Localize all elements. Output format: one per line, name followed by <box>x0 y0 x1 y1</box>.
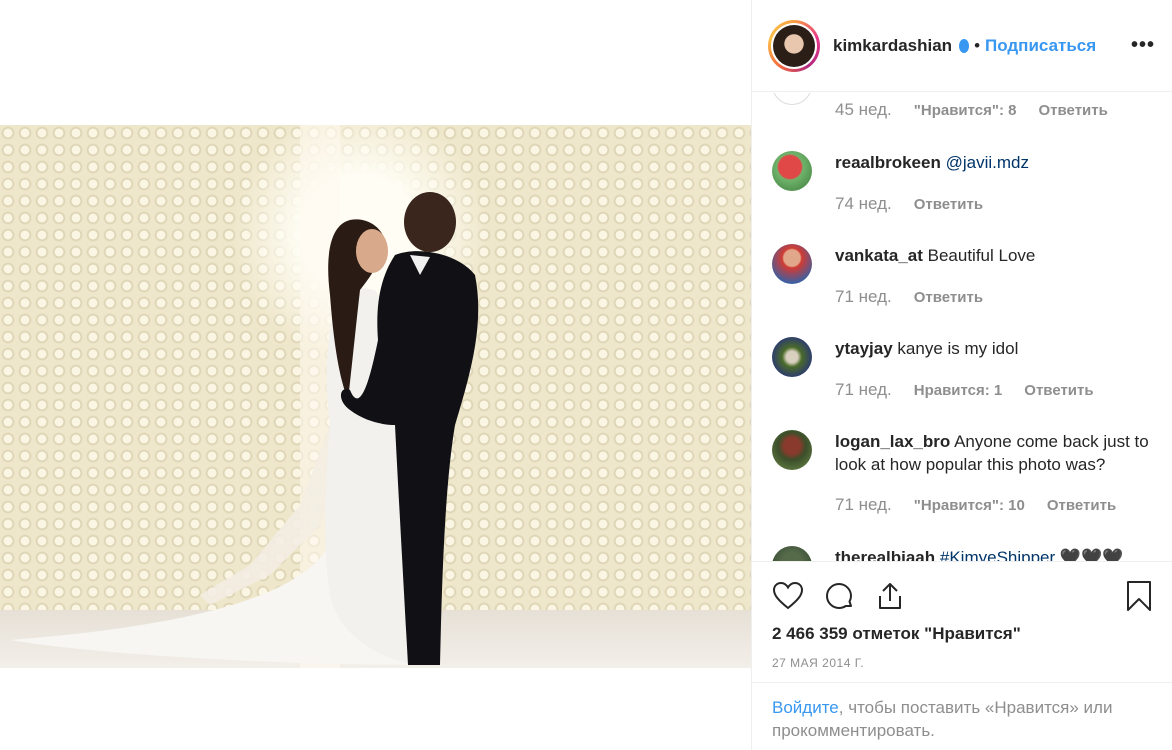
login-link[interactable]: Войдите <box>772 698 839 717</box>
story-ring[interactable] <box>768 19 820 72</box>
comment-hashtag[interactable]: #KimyeShipper 🖤🖤🖤 <box>940 548 1124 561</box>
comment-body: reaalbrokeen @javii.mdz <box>835 151 1165 174</box>
avatar <box>773 24 815 67</box>
comments-list[interactable]: 45 нед. "Нравится": 8 Ответить reaalbrokee… <box>752 93 1172 561</box>
bookmark-icon[interactable] <box>1125 580 1153 612</box>
comment-username[interactable]: ytayjay <box>835 339 893 358</box>
post-actions: 2 466 359 отметок "Нравится" 27 МАЯ 2014… <box>752 561 1172 750</box>
comment-username[interactable]: logan_lax_bro <box>835 432 950 451</box>
commenter-avatar[interactable] <box>772 337 812 377</box>
comment-text: kanye is my idol <box>897 339 1019 358</box>
commenter-avatar[interactable] <box>772 151 812 191</box>
comment-username[interactable]: therealbiaah <box>835 548 935 561</box>
action-icons <box>772 580 906 612</box>
comment-meta: 74 нед. Ответить <box>835 194 1005 214</box>
post-photo[interactable] <box>0 125 751 668</box>
post-header: kimkardashian • Подписаться ••• <box>752 0 1172 92</box>
comment-icon[interactable] <box>823 580 855 612</box>
verified-badge-icon <box>959 38 970 53</box>
post-username[interactable]: kimkardashian <box>833 36 952 56</box>
post-date[interactable]: 27 МАЯ 2014 Г. <box>772 656 864 670</box>
comment-username[interactable]: vankata_at <box>835 246 923 265</box>
comment-meta: 71 нед. "Нравится": 10 Ответить <box>835 495 1138 515</box>
follow-button[interactable]: Подписаться <box>985 36 1096 56</box>
login-prompt: Войдите, чтобы поставить «Нравится» или … <box>752 682 1172 750</box>
reply-button[interactable]: Ответить <box>914 289 983 306</box>
comment-time[interactable]: 74 нед. <box>835 194 892 213</box>
photo-pane <box>0 0 751 750</box>
couple-illustration <box>10 125 479 668</box>
comment-time[interactable]: 71 нед. <box>835 495 892 514</box>
comment-meta: 71 нед. Ответить <box>835 287 1005 307</box>
commenter-avatar[interactable] <box>772 244 812 284</box>
comment-meta: 71 нед. Нравится: 1 Ответить <box>835 380 1116 400</box>
avatar-frame <box>771 22 817 69</box>
commenter-avatar[interactable] <box>772 430 812 470</box>
post-side-panel: kimkardashian • Подписаться ••• 45 нед. "… <box>751 0 1172 750</box>
more-options-icon[interactable]: ••• <box>1131 34 1155 57</box>
reply-button[interactable]: Ответить <box>1047 497 1116 514</box>
comment-meta: 45 нед. "Нравится": 8 Ответить <box>835 100 1130 120</box>
heart-icon[interactable] <box>772 580 804 612</box>
separator-dot: • <box>974 35 981 55</box>
likes-count[interactable]: 2 466 359 отметок "Нравится" <box>772 624 1021 644</box>
comment-likes[interactable]: Нравится: 1 <box>914 382 1003 399</box>
comment-text: Beautiful Love <box>927 246 1036 265</box>
reply-button[interactable]: Ответить <box>1039 102 1108 119</box>
comment-username[interactable]: reaalbrokeen <box>835 153 941 172</box>
reply-button[interactable]: Ответить <box>914 196 983 213</box>
comment-body: logan_lax_bro Anyone come back just to l… <box>835 430 1165 476</box>
comment-body: vankata_at Beautiful Love <box>835 244 1165 267</box>
comment-mention[interactable]: @javii.mdz <box>946 153 1029 172</box>
commenter-avatar[interactable] <box>772 93 812 105</box>
comment-body: ytayjay kanye is my idol <box>835 337 1165 360</box>
instagram-post: kimkardashian • Подписаться ••• 45 нед. "… <box>0 0 1172 750</box>
share-icon[interactable] <box>874 580 906 612</box>
comment-likes[interactable]: "Нравится": 10 <box>914 497 1025 514</box>
comment-time[interactable]: 71 нед. <box>835 380 892 399</box>
comment-body: therealbiaah #KimyeShipper 🖤🖤🖤 <box>835 546 1165 561</box>
comment-time[interactable]: 45 нед. <box>835 100 892 119</box>
comment-likes[interactable]: "Нравится": 8 <box>914 102 1017 119</box>
comment-time[interactable]: 71 нед. <box>835 287 892 306</box>
reply-button[interactable]: Ответить <box>1024 382 1093 399</box>
commenter-avatar[interactable] <box>772 546 812 561</box>
